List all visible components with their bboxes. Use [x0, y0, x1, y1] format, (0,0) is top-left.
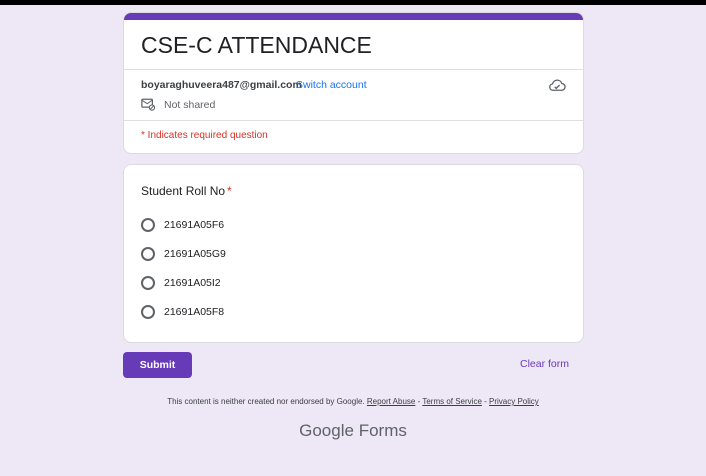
disclaimer-text: This content is neither created nor endo… [167, 397, 365, 406]
form-header-card: CSE-C ATTENDANCE boyaraghuveera487@gmail… [123, 12, 584, 154]
not-shared-label: Not shared [164, 99, 216, 111]
radio-option[interactable]: 21691A05I2 [141, 274, 221, 292]
account-email: boyaraghuveera487@gmail.com [141, 79, 302, 91]
privacy-link[interactable]: Privacy Policy [489, 397, 539, 406]
radio-option[interactable]: 21691A05F8 [141, 303, 224, 321]
required-note: * Indicates required question [141, 130, 268, 141]
brand-google: Google [299, 421, 354, 440]
question-card: Student Roll No * 21691A05F6 21691A05G9 2… [123, 164, 584, 343]
separator: - [481, 397, 490, 406]
divider [124, 69, 583, 70]
radio-button[interactable] [141, 247, 155, 261]
divider [124, 120, 583, 121]
radio-button[interactable] [141, 276, 155, 290]
clear-form-button[interactable]: Clear form [520, 358, 569, 370]
brand-forms: Forms [358, 421, 407, 440]
device-status-bar [0, 0, 706, 5]
radio-option[interactable]: 21691A05G9 [141, 245, 226, 263]
option-label: 21691A05G9 [164, 248, 226, 260]
terms-link[interactable]: Terms of Service [422, 397, 482, 406]
footer-disclaimer: This content is neither created nor endo… [0, 397, 706, 406]
submit-button[interactable]: Submit [123, 352, 192, 378]
option-label: 21691A05I2 [164, 277, 221, 289]
radio-option[interactable]: 21691A05F6 [141, 216, 224, 234]
not-shared-icon [141, 98, 155, 111]
form-title: CSE-C ATTENDANCE [141, 32, 372, 58]
required-star: * [227, 184, 232, 198]
switch-account-link[interactable]: Switch account [296, 79, 367, 91]
accent-stripe [124, 13, 583, 20]
question-text: Student Roll No [141, 184, 226, 198]
cloud-sync-icon[interactable] [548, 77, 566, 93]
radio-button[interactable] [141, 305, 155, 319]
radio-button[interactable] [141, 218, 155, 232]
question-title: Student Roll No * [141, 184, 232, 198]
option-label: 21691A05F8 [164, 306, 225, 318]
option-label: 21691A05F6 [164, 219, 225, 231]
report-abuse-link[interactable]: Report Abuse [367, 397, 415, 406]
google-forms-logo[interactable]: Google Forms [0, 421, 706, 441]
